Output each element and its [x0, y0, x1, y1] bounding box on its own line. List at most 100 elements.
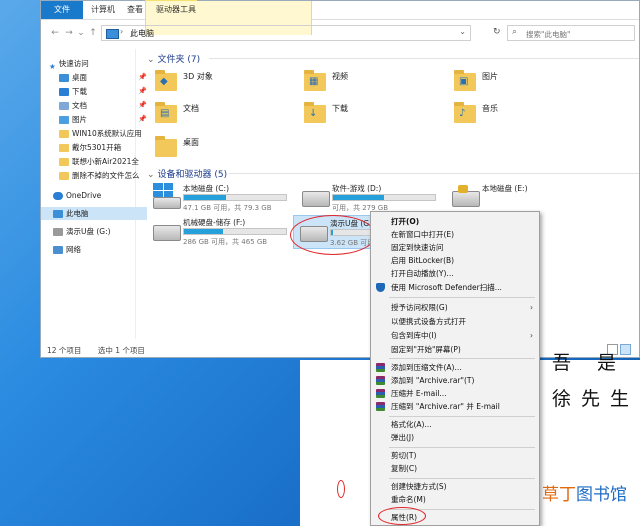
folder-pictures[interactable]: ▣ 图片 [446, 69, 566, 97]
network-icon [53, 246, 63, 254]
annotation-ellipse [290, 215, 376, 255]
navigation-pane: ★ 快速访问 桌面 📌 下载 📌 文档 📌 图片 📌 WIN10系统默认应用 戴尔5301… [41, 49, 147, 339]
tab-file[interactable]: 文件 [41, 1, 83, 19]
address-path: 此电脑 [130, 29, 154, 38]
forward-arrow-icon[interactable]: → [63, 26, 75, 40]
chevron-down-icon: ⌄ [147, 170, 155, 180]
winrar-icon [376, 376, 385, 385]
refresh-icon[interactable]: ↻ [493, 27, 501, 37]
windows-logo-icon [153, 183, 173, 197]
folder-icon [59, 172, 69, 180]
section-header-folders[interactable]: ⌄ 文件夹 (7) [147, 52, 639, 65]
menu-item-copy[interactable]: 复制(C) [371, 462, 539, 475]
sidebar-item-usb-drive[interactable]: 演示U盘 (G:) [41, 225, 147, 238]
download-icon: ↓ [304, 102, 326, 123]
capacity-fill [184, 195, 226, 200]
hard-drive-icon [302, 191, 330, 207]
menu-separator [389, 447, 535, 448]
sidebar-item-quick-access[interactable]: ★ 快速访问 [41, 57, 143, 70]
context-menu: 打开(O) 在新窗口中打开(E) 固定到快速访问 启用 BitLocker(B)… [370, 211, 540, 526]
folder-videos[interactable]: ▦ 视频 [296, 69, 416, 97]
arrow-down-glyph-icon: ↓ [309, 108, 318, 119]
menu-item-grant-access[interactable]: 授予访问权限(G) › [371, 301, 539, 314]
sidebar-item-folder[interactable]: WIN10系统默认应用 [41, 127, 153, 140]
hard-drive-icon [153, 197, 181, 209]
sidebar-item-onedrive[interactable]: OneDrive [41, 189, 147, 202]
status-bar: 12 个项目 选中 1 个项目 [47, 345, 159, 356]
download-icon [59, 88, 69, 96]
menu-item-rename[interactable]: 重命名(M) [371, 493, 539, 506]
drive-e[interactable]: 本地磁盘 (E:) [446, 181, 591, 215]
search-input[interactable] [524, 27, 632, 41]
capacity-bar [183, 228, 287, 235]
menu-item-open-new-window[interactable]: 在新窗口中打开(E) [371, 228, 539, 241]
star-icon: ★ [49, 62, 56, 70]
capacity-bar [332, 194, 436, 201]
music-icon: ♪ [454, 102, 476, 123]
cube-glyph-icon: ◆ [160, 76, 168, 87]
page-glyph-icon: ▤ [160, 108, 170, 119]
picture-icon [59, 116, 69, 124]
address-bar[interactable]: › 此电脑 ⌄ [101, 25, 471, 41]
address-row: ← → ⌄ ↑ › 此电脑 ⌄ ↻ ⌕ [41, 23, 639, 43]
sidebar-item-documents[interactable]: 文档 📌 [41, 99, 153, 112]
watermark: 草丁图书馆 [542, 485, 627, 505]
menu-item-open-portable[interactable]: 以便携式设备方式打开 [371, 315, 539, 328]
picture-icon: ▣ [454, 70, 476, 91]
menu-item-autoplay[interactable]: 打开自动播放(Y)... [371, 267, 539, 280]
search-icon: ⌕ [512, 27, 518, 37]
menu-item-compress-rar-email[interactable]: 压缩到 "Archive.rar" 并 E-mail [371, 400, 539, 413]
menu-item-format[interactable]: 格式化(A)... [371, 418, 539, 431]
submenu-arrow-icon: › [530, 303, 533, 312]
computer-icon [106, 29, 119, 39]
drive-c[interactable]: 本地磁盘 (C:) 47.1 GB 可用，共 79.3 GB [147, 181, 292, 215]
folder-desktop[interactable]: 桌面 [147, 135, 267, 163]
folder-icon [59, 130, 69, 138]
sidebar-item-desktop[interactable]: 桌面 📌 [41, 71, 153, 84]
sidebar-item-folder[interactable]: 戴尔5301开箱 [41, 141, 153, 154]
menu-item-eject[interactable]: 弹出(J) [371, 431, 539, 444]
chevron-down-icon[interactable]: ⌄ [459, 27, 466, 36]
menu-item-add-archive[interactable]: 添加到压缩文件(A)... [371, 361, 539, 374]
menu-item-pin-start[interactable]: 固定到"开始"屏幕(P) [371, 343, 539, 356]
sidebar-item-pictures[interactable]: 图片 📌 [41, 113, 153, 126]
menu-item-open[interactable]: 打开(O) [371, 215, 539, 228]
section-divider [209, 58, 639, 59]
section-divider [229, 173, 639, 174]
cloud-icon [53, 192, 63, 200]
folder-music[interactable]: ♪ 音乐 [446, 101, 566, 129]
drive-f[interactable]: 机械硬盘-储存 (F:) 286 GB 可用，共 465 GB [147, 215, 292, 249]
menu-separator [389, 297, 535, 298]
capacity-bar [183, 194, 287, 201]
menu-item-pin-quick-access[interactable]: 固定到快速访问 [371, 241, 539, 254]
recent-chevron-icon[interactable]: ⌄ [75, 26, 87, 40]
section-header-drives[interactable]: ⌄ 设备和驱动器 (5) [147, 167, 639, 180]
drive-d[interactable]: 软件-游戏 (D:) 可用，共 279 GB [296, 181, 441, 215]
file-explorer-window: 文件 计算机 查看 驱动器工具 ← → ⌄ ↑ › 此电脑 ⌄ ↻ ⌕ ★快速访… [40, 0, 640, 358]
menu-item-add-archive-rar[interactable]: 添加到 "Archive.rar"(T) [371, 374, 539, 387]
overlay-text-line2: 徐先生 [552, 388, 640, 410]
folder-3d-objects[interactable]: ◆ 3D 对象 [147, 69, 267, 97]
menu-item-compress-email[interactable]: 压缩并 E-mail... [371, 387, 539, 400]
desktop-icon [59, 74, 69, 82]
sidebar-item-folder[interactable]: 联想小新Air2021全 [41, 155, 153, 168]
video-icon: ▦ [304, 70, 326, 91]
menu-separator [389, 478, 535, 479]
menu-item-cut[interactable]: 剪切(T) [371, 449, 539, 462]
folder-icon [59, 144, 69, 152]
folder-downloads[interactable]: ↓ 下载 [296, 101, 416, 129]
sidebar-item-this-pc[interactable]: 此电脑 [41, 207, 147, 220]
sidebar-item-network[interactable]: 网络 [41, 243, 147, 256]
back-arrow-icon[interactable]: ← [49, 26, 61, 40]
document-icon: ▤ [155, 102, 177, 123]
search-box[interactable]: ⌕ [507, 25, 635, 41]
sidebar-item-downloads[interactable]: 下载 📌 [41, 85, 153, 98]
menu-item-create-shortcut[interactable]: 创建快捷方式(S) [371, 480, 539, 493]
capacity-fill [184, 229, 223, 234]
up-arrow-icon[interactable]: ↑ [87, 26, 99, 40]
menu-item-bitlocker[interactable]: 启用 BitLocker(B) [371, 254, 539, 267]
sidebar-item-folder[interactable]: 删除不掉的文件怎么 [41, 169, 153, 182]
menu-item-defender-scan[interactable]: 使用 Microsoft Defender扫描... [371, 281, 539, 294]
menu-item-include-library[interactable]: 包含到库中(I) › [371, 329, 539, 342]
folder-documents[interactable]: ▤ 文档 [147, 101, 267, 129]
